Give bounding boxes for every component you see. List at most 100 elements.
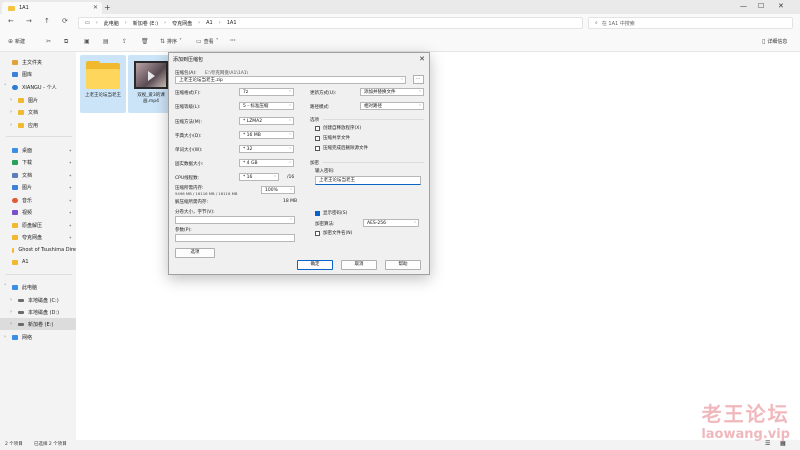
help-button[interactable]: 帮助 [385,260,421,270]
new-button[interactable]: ⊕ 新建 [8,38,25,45]
sidebar-item-drive-c[interactable]: › 本地磁盘 (C:) [0,294,76,306]
dialog-close-icon[interactable]: ✕ [419,55,425,63]
password-input[interactable]: 上老王论坛当老王 [315,176,421,185]
breadcrumb-item[interactable]: 夸克网盘 [172,20,192,27]
sidebar-item-gallery[interactable]: 图库 [0,68,76,80]
address-bar[interactable]: ▭ › 此电脑 › 新加卷 (E:) › 夸克网盘 › A1 › 1A1 [78,17,583,29]
split-volume-select[interactable]: ˅ [175,216,295,224]
sidebar-item-apps[interactable]: › 应用 [0,119,76,131]
new-tab-button[interactable]: + [104,3,111,12]
delete-after-checkbox[interactable]: 压缩完成后删除源文件 [315,145,368,151]
breadcrumb-separator: › [198,20,201,26]
sidebar-item-onedrive[interactable]: ˅ XIANGU - 个人 [0,81,76,93]
sort-icon: ⇅ [160,38,166,45]
sidebar-item-documents[interactable]: 文档 ✦ [0,169,76,181]
sfx-checkbox[interactable]: 创建自释放程序(X) [315,125,361,131]
breadcrumb-item[interactable]: 新加卷 (E:) [133,20,158,27]
sidebar-item-label: 视频 [22,209,33,216]
drive-icon [18,310,24,314]
sidebar-item-home[interactable]: 主文件夹 [0,56,76,68]
delete-icon[interactable]: 🗑 [141,38,149,45]
forward-button[interactable]: → [26,17,32,25]
close-button[interactable]: ✕ [778,2,784,10]
up-button[interactable]: ↑ [44,17,50,25]
checkbox-icon [315,145,320,151]
details-pane-icon: ▯ [762,38,766,45]
chevron-down-icon: ˅ [419,90,421,95]
dictionary-select[interactable]: * 16 MB ˅ [239,131,294,139]
sidebar-item-this-pc[interactable]: ˅ 此电脑 [0,281,76,293]
sidebar-item-a1[interactable]: A1 [0,256,76,268]
ok-button[interactable]: 确定 [297,260,333,270]
sidebar-item-label: 文档 [22,172,33,179]
details-button[interactable]: ▯ 详细信息 [762,38,787,45]
show-password-checkbox[interactable]: 显示密码(S) [315,210,347,216]
chevron-right-icon: › [10,109,12,115]
word-size-select[interactable]: * 32 ˅ [239,145,294,153]
tab-close-icon[interactable]: ✕ [93,4,98,11]
sidebar-item-drive-e[interactable]: › 新加卷 (E:) [0,318,76,330]
chevron-down-icon: ˅ [289,90,291,95]
group-divider [323,119,424,120]
update-mode-select[interactable]: 添加并替换文件 ˅ [360,88,424,96]
paste-icon[interactable]: ▣ [84,38,90,45]
sidebar-item-downloads[interactable]: 下载 ✦ [0,156,76,168]
browse-button[interactable]: ... [413,75,424,84]
pin-icon: ✦ [68,184,72,190]
sidebar-item-desktop[interactable]: 桌面 ✦ [0,144,76,156]
encryption-method-select[interactable]: AES-256 ˅ [363,219,419,227]
sidebar-item-network[interactable]: › 网络 [0,331,76,343]
sidebar-item-documents-cloud[interactable]: › 文档 [0,106,76,118]
minimize-button[interactable]: — [740,2,747,10]
video-thumbnail-icon [134,61,168,89]
sidebar-item-drive-d[interactable]: › 本地磁盘 (D:) [0,306,76,318]
cpu-threads-select[interactable]: * 16 ˅ [239,173,279,181]
sidebar-item-label: 原盘解压 [22,222,43,229]
music-icon [12,197,18,203]
more-button[interactable]: ··· [230,38,236,44]
breadcrumb-item[interactable]: A1 [206,20,213,26]
sidebar-item-ghost[interactable]: Ghost of Tsushima Dire [0,244,76,256]
archive-name-input[interactable]: 上老王论坛当老王.zip ˅ [175,76,406,84]
sidebar-item-music[interactable]: 音乐 ✦ [0,194,76,206]
share-icon[interactable]: ⇪ [122,38,127,45]
sidebar-item-videos[interactable]: 视频 ✦ [0,206,76,218]
sidebar-item-pictures[interactable]: 图片 ✦ [0,181,76,193]
watermark-url: laowang.vip [701,427,790,442]
file-item-folder[interactable]: 上老王论坛当老王 [80,55,126,113]
maximize-button[interactable]: ☐ [758,2,764,10]
method-select[interactable]: * LZMA2 ˅ [239,117,294,125]
sidebar-item-pictures-cloud[interactable]: › 图片 [0,94,76,106]
sidebar-item-disc-unpack[interactable]: 原盘解压 ✦ [0,219,76,231]
parameters-input[interactable] [175,234,295,242]
sidebar-item-label: 文档 [28,109,39,116]
checkbox-checked-icon [315,210,320,216]
solid-size-select[interactable]: * 4 GB ˅ [239,159,294,167]
pin-icon: ✦ [68,222,72,228]
view-button[interactable]: ▭ 查看 ˅ [196,38,219,45]
sidebar-item-quark[interactable]: 夸克网盘 ✦ [0,231,76,243]
refresh-button[interactable]: ⟳ [62,17,68,25]
rename-icon[interactable]: ▤ [103,38,109,45]
shared-files-checkbox[interactable]: 压缩共享文件 [315,135,350,141]
back-button[interactable]: ← [8,17,14,25]
cut-icon[interactable]: ✂ [46,38,51,45]
breadcrumb-item[interactable]: 此电脑 [104,20,119,27]
path-mode-select[interactable]: 相对路径 ˅ [360,102,424,110]
copy-icon[interactable]: ⧉ [64,38,68,46]
options-button[interactable]: 选项 [175,248,215,258]
tab-1a1[interactable]: 1A1 ✕ [2,2,102,14]
encrypt-names-checkbox[interactable]: 加密文件名(N) [315,230,352,236]
level-select[interactable]: 5 - 标准压缩 ˅ [239,102,294,110]
cancel-button[interactable]: 取消 [341,260,377,270]
group-divider [323,162,424,163]
memory-percent-select[interactable]: 100% ˅ [261,186,295,194]
sort-button[interactable]: ⇅ 排序 ˅ [160,38,182,45]
chevron-down-icon: ˅ [401,78,403,83]
format-select[interactable]: 7z ˅ [239,88,294,96]
title-bar: 1A1 ✕ + — ☐ ✕ [0,0,800,14]
sidebar-item-label: 应用 [28,122,39,129]
breadcrumb-item[interactable]: 1A1 [227,20,237,26]
search-input[interactable]: ⌕ 在 1A1 中搜索 [588,17,793,29]
computer-icon [12,284,18,290]
